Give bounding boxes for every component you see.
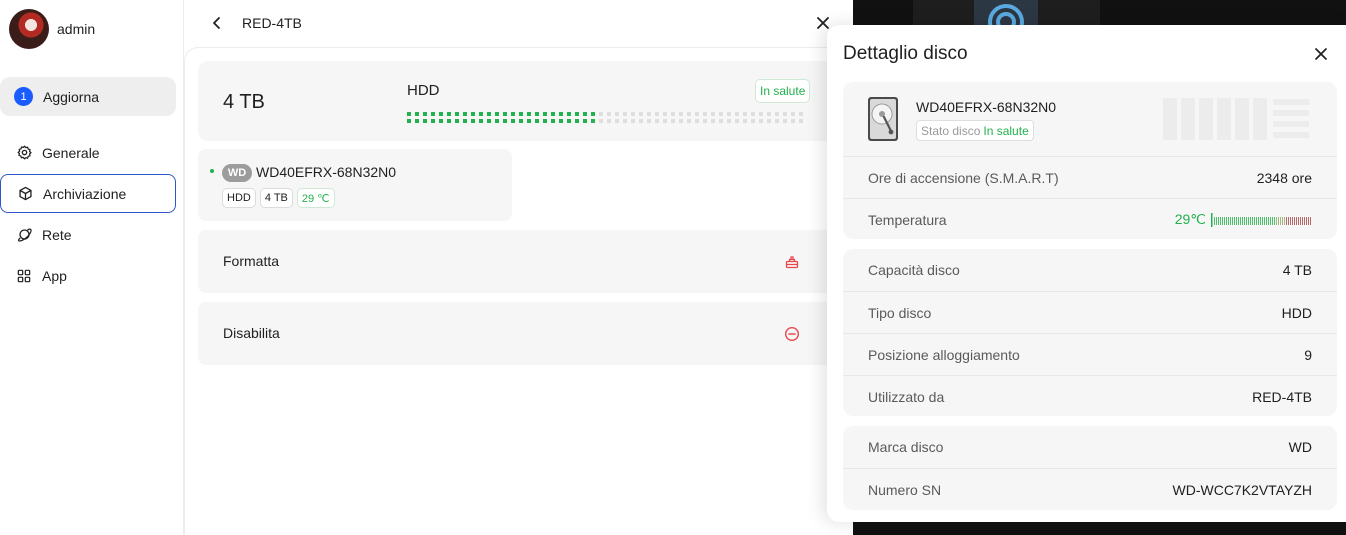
sidebar-item-label: Archiviazione	[43, 185, 127, 202]
power-on-label: Ore di accensione (S.M.A.R.T)	[868, 169, 1059, 186]
page-header: RED-4TB	[184, 0, 844, 46]
disable-label: Disabilita	[223, 325, 280, 341]
tag-type: HDD	[222, 188, 256, 208]
status-dot	[210, 169, 214, 173]
temperature-label: Temperatura	[868, 211, 947, 228]
sidebar-item-label: Generale	[42, 144, 100, 161]
bay-position-row: Posizione alloggiamento 9	[843, 333, 1337, 375]
capacity-label: Capacità disco	[868, 262, 960, 278]
disk-specs-group: Capacità disco 4 TB Tipo disco HDD Posiz…	[843, 249, 1337, 416]
used-by-row: Utilizzato da RED-4TB	[843, 375, 1337, 417]
bay-position-value: 9	[1304, 346, 1312, 363]
minus-circle-icon[interactable]	[784, 326, 800, 342]
disable-action[interactable]: Disabilita	[198, 302, 838, 365]
brand-value: WD	[1288, 439, 1312, 455]
eraser-icon[interactable]	[784, 254, 800, 270]
close-icon	[1315, 48, 1327, 60]
drive-bay-illustration	[1163, 98, 1309, 140]
gear-icon	[16, 145, 32, 161]
page-title: RED-4TB	[242, 15, 302, 31]
sidebar-item-app[interactable]: App	[0, 256, 176, 295]
serial-label: Numero SN	[868, 481, 942, 498]
temperature-row: Temperatura 29℃	[843, 198, 1337, 240]
grid-icon	[16, 268, 32, 284]
disk-tags: HDD 4 TB 29 ℃	[222, 188, 335, 208]
status-label: Stato disco	[921, 123, 981, 138]
update-label: Aggiorna	[43, 88, 100, 105]
sidebar: admin 1 Aggiorna Generale Archiviazione …	[0, 0, 184, 535]
brand-logo: WD	[222, 164, 252, 182]
sidebar-item-label: App	[42, 267, 67, 284]
capacity-value: 4 TB	[1282, 262, 1312, 278]
tag-capacity: 4 TB	[259, 188, 293, 208]
capacity-value: 4 TB	[223, 91, 265, 113]
tag-temperature: 29 ℃	[296, 188, 335, 208]
brand-label: Marca disco	[868, 439, 944, 455]
disk-type-label: Tipo disco	[868, 304, 932, 321]
serial-row: Numero SN WD-WCC7K2VTAYZH	[843, 468, 1337, 510]
disk-overview-group: WD40EFRX-68N32N0 Stato disco In salute O…	[843, 82, 1337, 239]
sidebar-item-label: Rete	[42, 226, 72, 243]
used-by-value: RED-4TB	[1252, 388, 1312, 405]
chevron-left-icon	[213, 17, 220, 29]
bay-position-label: Posizione alloggiamento	[868, 346, 1020, 363]
cube-icon	[17, 186, 33, 202]
sidebar-item-generale[interactable]: Generale	[0, 133, 176, 172]
serial-value: WD-WCC7K2VTAYZH	[1172, 481, 1312, 498]
disk-type-value: HDD	[1281, 304, 1312, 321]
user-name: admin	[57, 21, 96, 37]
used-by-label: Utilizzato da	[868, 388, 945, 405]
storage-summary-card: 4 TB HDD In salute	[198, 61, 838, 141]
capacity-row: Capacità disco 4 TB	[843, 249, 1337, 291]
usage-progress-bar	[407, 112, 803, 123]
user-profile[interactable]: admin	[9, 9, 95, 49]
update-count-badge: 1	[14, 87, 33, 106]
sidebar-item-archiviazione[interactable]: Archiviazione	[0, 174, 176, 213]
disk-identity-group: Marca disco WD Numero SN WD-WCC7K2VTAYZH	[843, 426, 1337, 510]
disk-detail-drawer: Dettaglio disco WD40EFRX-68N32N0 Stato d…	[827, 25, 1346, 522]
storage-detail-panel: 4 TB HDD In salute WD WD40EFRX-68N32N0 H…	[184, 47, 844, 535]
nav-menu: 1 Aggiorna Generale Archiviazione Rete A…	[0, 77, 184, 295]
disk-model: WD40EFRX-68N32N0	[916, 99, 1057, 115]
temperature-value: 29℃	[1174, 211, 1206, 227]
power-on-hours-row: Ore di accensione (S.M.A.R.T) 2348 ore	[843, 156, 1337, 198]
health-badge: In salute	[755, 79, 811, 103]
disk-type-label: HDD	[407, 82, 440, 99]
avatar[interactable]	[9, 9, 49, 49]
disk-type-row: Tipo disco HDD	[843, 291, 1337, 333]
disk-model: WD40EFRX-68N32N0	[256, 164, 397, 180]
disk-card[interactable]: WD WD40EFRX-68N32N0 HDD 4 TB 29 ℃	[198, 149, 512, 221]
sidebar-item-rete[interactable]: Rete	[0, 215, 176, 254]
format-action[interactable]: Formatta	[198, 230, 838, 293]
hard-drive-icon	[868, 97, 898, 141]
drawer-close-button[interactable]	[1313, 46, 1329, 62]
format-label: Formatta	[223, 253, 280, 269]
power-on-value: 2348 ore	[1256, 169, 1312, 186]
temperature-gauge	[1211, 212, 1311, 227]
drawer-title: Dettaglio disco	[843, 43, 968, 64]
brand-row: Marca disco WD	[843, 426, 1337, 468]
disk-status-badge: Stato disco In salute	[916, 120, 1034, 141]
status-value: In salute	[983, 123, 1029, 138]
planet-icon	[16, 227, 32, 243]
update-button[interactable]: 1 Aggiorna	[0, 77, 176, 116]
back-button[interactable]	[208, 14, 226, 32]
